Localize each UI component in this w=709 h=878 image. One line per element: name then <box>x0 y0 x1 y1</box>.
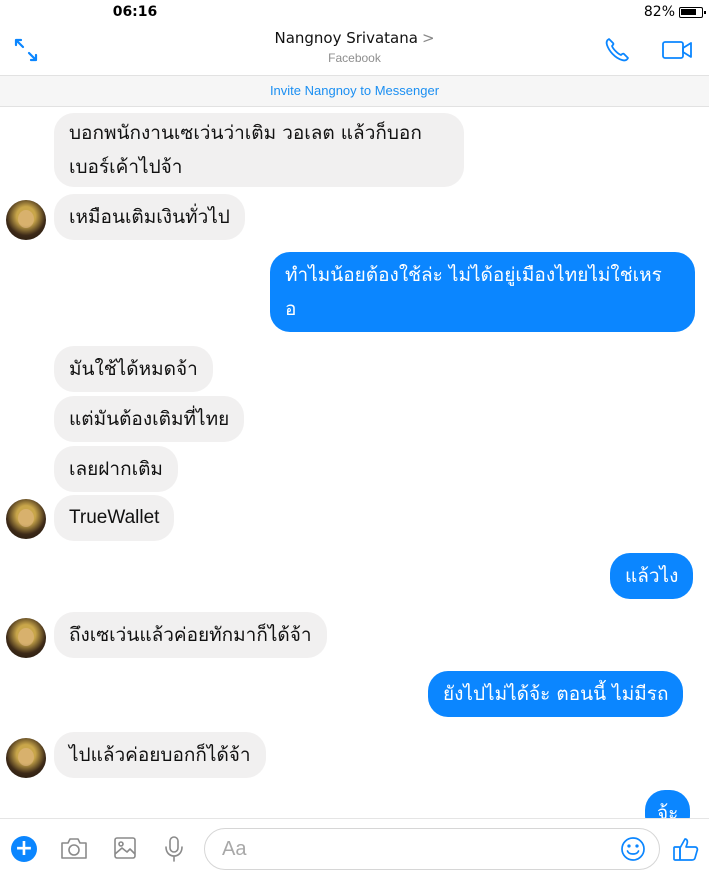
message-composer: + Aa <box>0 818 709 878</box>
message-line: เบอร์เค้าไปจ้า <box>69 156 183 178</box>
plus-icon[interactable]: + <box>11 836 37 862</box>
message-text: ไปแล้วค่อยบอกก็ได้จ้า <box>69 744 251 766</box>
camera-icon[interactable] <box>60 835 88 861</box>
message-text: เลยฝากเติม <box>69 458 163 480</box>
incoming-message[interactable]: บอกพนักงานเซเว่นว่าเติม วอเลต แล้วก็บอก … <box>54 113 464 187</box>
incoming-message[interactable]: ถึงเซเว่นแล้วค่อยทักมาก็ได้จ้า <box>54 612 327 658</box>
image-icon[interactable] <box>113 835 137 861</box>
message-text: TrueWallet <box>69 507 160 528</box>
conversation-header: Nangnoy Srivatana > Facebook <box>0 24 709 74</box>
incoming-message[interactable]: แต่มันต้องเติมที่ไทย <box>54 396 245 442</box>
voice-call-button[interactable] <box>603 36 631 64</box>
video-camera-icon <box>662 41 692 59</box>
invite-to-messenger-link[interactable]: Invite Nangnoy to Messenger <box>0 75 709 107</box>
incoming-message[interactable]: เหมือนเติมเงินทั่วไป <box>54 194 245 240</box>
contact-avatar[interactable] <box>6 200 46 240</box>
message-input[interactable]: Aa <box>204 828 660 870</box>
incoming-message[interactable]: TrueWallet <box>54 495 175 541</box>
thumbs-up-icon[interactable] <box>672 835 700 863</box>
message-text: แต่มันต้องเติมที่ไทย <box>69 408 230 430</box>
message-line: อ <box>285 298 297 320</box>
outgoing-message[interactable]: ยังไปไม่ได้จ้ะ ตอนนี้ ไม่มีรถ <box>428 671 684 717</box>
message-line: บอกพนักงานเซเว่นว่าเติม วอเลต แล้วก็บอก <box>69 122 422 144</box>
outgoing-message[interactable]: แล้วไง <box>610 553 694 599</box>
chevron-right-icon: > <box>421 29 435 47</box>
message-line: ทำไมน้อยต้องใช้ล่ะ ไม่ได้อยู่เมืองไทยไม่… <box>285 264 662 286</box>
outgoing-message[interactable]: ทำไมน้อยต้องใช้ล่ะ ไม่ได้อยู่เมืองไทยไม่… <box>270 252 695 332</box>
incoming-message[interactable]: มันใช้ได้หมดจ้า <box>54 346 213 392</box>
microphone-icon[interactable] <box>163 835 185 863</box>
contact-avatar[interactable] <box>6 499 46 539</box>
battery-percentage: 82% <box>643 4 675 20</box>
status-bar: 06:16 82% <box>0 0 709 24</box>
emoji-icon[interactable] <box>620 836 646 862</box>
battery-icon <box>679 7 706 18</box>
message-text: ยังไปไม่ได้จ้ะ ตอนนี้ ไม่มีรถ <box>443 683 669 705</box>
incoming-message[interactable]: ไปแล้วค่อยบอกก็ได้จ้า <box>54 732 266 778</box>
message-text: เหมือนเติมเงินทั่วไป <box>69 206 230 228</box>
message-text: ถึงเซเว่นแล้วค่อยทักมาก็ได้จ้า <box>69 624 312 646</box>
contact-name: Nangnoy Srivatana <box>274 29 418 47</box>
message-text: แล้วไง <box>625 565 679 587</box>
contact-avatar[interactable] <box>6 738 46 778</box>
message-text: มันใช้ได้หมดจ้า <box>69 358 198 380</box>
phone-icon <box>605 38 629 62</box>
status-time: 06:16 <box>112 4 158 20</box>
contact-avatar[interactable] <box>6 618 46 658</box>
incoming-message[interactable]: เลยฝากเติม <box>54 446 178 492</box>
video-call-button[interactable] <box>661 38 693 62</box>
